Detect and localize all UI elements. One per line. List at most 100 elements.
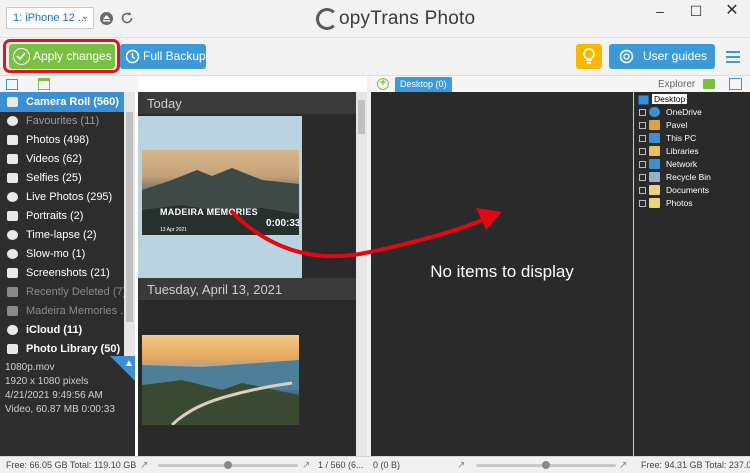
minimize-button[interactable]: – — [642, 0, 678, 22]
tree-checkbox[interactable] — [639, 174, 646, 181]
device-selector[interactable]: 1: iPhone 12 ... ⌄ — [6, 7, 94, 29]
desktop-icon — [638, 95, 649, 105]
zoom-in-icon[interactable]: ↗ — [619, 460, 627, 471]
selfie-icon — [7, 173, 18, 183]
zoom-in-icon[interactable]: ↗ — [302, 460, 310, 471]
sidebar-item-label: iCloud (11) — [26, 324, 83, 336]
grid-scrollbar[interactable] — [356, 92, 367, 456]
full-backup-button[interactable]: Full Backup — [120, 44, 206, 69]
tree-item-network[interactable]: Network — [634, 158, 749, 171]
refresh-icon[interactable] — [120, 11, 134, 25]
desktop-pane-header: + Desktop (0) — [371, 76, 633, 92]
tree-item-label: Pavel — [666, 120, 688, 130]
sidebar-item-label: Recently Deleted (7) — [26, 286, 127, 298]
sidebar-item-portraits[interactable]: Portraits (2) — [0, 206, 124, 226]
tree-item-label: OneDrive — [666, 107, 702, 117]
sidebar-item-label: Live Photos (295) — [26, 191, 113, 203]
tree-item-libraries[interactable]: Libraries — [634, 145, 749, 158]
sidebar-scrollbar[interactable] — [124, 92, 135, 356]
scrollbar-thumb[interactable] — [126, 112, 133, 322]
sidebar-item-label: Selfies (25) — [26, 172, 82, 184]
sidebar-item-icloud[interactable]: iCloud (11) — [0, 320, 124, 340]
checkmark-icon — [13, 48, 30, 65]
maximize-button[interactable]: ☐ — [678, 0, 714, 22]
scrollbar-thumb[interactable] — [358, 100, 365, 134]
sidebar-item-selfies[interactable]: Selfies (25) — [0, 168, 124, 188]
tree-item-photos[interactable]: Photos — [634, 197, 749, 210]
video-date: 13 Apr 2021 — [160, 227, 187, 233]
tree-item-label: Desktop — [652, 94, 688, 104]
sidebar-item-time-lapse[interactable]: Time-lapse (2) — [0, 225, 124, 245]
zoom-slider-knob[interactable] — [542, 461, 550, 469]
collapse-pane-icon[interactable] — [729, 78, 742, 90]
sidebar-item-madeira-memories[interactable]: Madeira Memories ... — [0, 301, 129, 321]
live-photo-icon — [7, 192, 18, 202]
zoom-slider-knob[interactable] — [224, 461, 232, 469]
close-button[interactable]: ✕ — [714, 0, 750, 22]
desktop-pane[interactable]: No items to display — [371, 92, 633, 456]
backup-icon — [125, 49, 140, 67]
tree-checkbox[interactable] — [639, 109, 646, 116]
tree-item-onedrive[interactable]: OneDrive — [634, 106, 749, 119]
zoom-out-icon[interactable]: ↗ — [140, 460, 148, 471]
new-album-icon[interactable] — [38, 78, 50, 90]
sidebar-item-live-photos[interactable]: Live Photos (295) — [0, 187, 124, 207]
sidebar-item-favourites[interactable]: Favourites (11) — [0, 111, 124, 131]
sidebar-item-recently-deleted[interactable]: Recently Deleted (7) — [0, 282, 127, 302]
folder-icon — [7, 306, 18, 316]
app-title: opyTrans Photo — [339, 8, 476, 29]
app-logo: opyTrans Photo — [316, 6, 475, 32]
photo-thumbnail[interactable] — [142, 335, 299, 425]
sidebar-item-label: Favourites (11) — [26, 115, 100, 127]
tree-checkbox[interactable] — [639, 161, 646, 168]
user-guides-button[interactable]: User guides — [609, 44, 715, 69]
hamburger-menu-icon[interactable] — [726, 51, 740, 63]
computer-icon — [649, 133, 660, 143]
tree-checkbox[interactable] — [639, 135, 646, 142]
tree-item-documents[interactable]: Documents — [634, 184, 749, 197]
tree-item-recycle-bin[interactable]: Recycle Bin — [634, 171, 749, 184]
eject-icon[interactable] — [100, 12, 113, 25]
tree-checkbox[interactable] — [639, 122, 646, 129]
screenshot-icon — [7, 268, 18, 278]
sidebar-item-label: Videos (62) — [26, 153, 83, 165]
sidebar-item-screenshots[interactable]: Screenshots (21) — [0, 263, 124, 283]
zoom-out-icon[interactable]: ↗ — [457, 460, 465, 471]
file-resolution: 1920 x 1080 pixels — [5, 376, 89, 387]
group-title: Today — [147, 96, 182, 111]
heart-icon — [7, 116, 18, 126]
network-icon — [649, 159, 660, 169]
tree-checkbox[interactable] — [639, 148, 646, 155]
slowmo-icon — [7, 249, 18, 259]
right-free-space: Free: 94.31 GB Total: 237.02 GB — [641, 460, 750, 470]
add-tab-icon[interactable]: + — [377, 78, 389, 90]
tab-desktop[interactable]: Desktop (0) — [395, 77, 452, 92]
group-header-april-13: Tuesday, April 13, 2021 — [138, 278, 356, 300]
tree-item-pavel[interactable]: Pavel — [634, 119, 749, 132]
desktop-count: 0 (0 B) — [373, 460, 401, 470]
pin-icon[interactable]: ▲ — [124, 358, 134, 369]
apply-changes-label: Apply changes — [33, 49, 112, 63]
folder-icon[interactable] — [703, 79, 715, 89]
file-name: 1080p.mov — [5, 362, 55, 373]
collapse-pane-icon[interactable] — [6, 79, 18, 90]
group-header-today: Today — [138, 92, 356, 114]
apply-changes-button[interactable]: Apply changes — [9, 44, 115, 69]
sidebar-item-videos[interactable]: Videos (62) — [0, 149, 124, 169]
tree-item-label: Recycle Bin — [666, 172, 711, 182]
camera-icon — [7, 344, 18, 354]
file-details: Video, 60.87 MB 0:00:33 — [5, 404, 115, 415]
sidebar-item-camera-roll[interactable]: Camera Roll (560) — [0, 92, 124, 112]
sidebar-item-photos[interactable]: Photos (498) — [0, 130, 124, 150]
tree-checkbox[interactable] — [639, 187, 646, 194]
tree-item-label: Photos — [666, 198, 693, 208]
tips-button[interactable] — [576, 44, 602, 69]
photo-grid: Today MADEIRA MEMORIES 13 Apr 2021 0:00:… — [138, 92, 367, 456]
tree-checkbox[interactable] — [639, 200, 646, 207]
sidebar-item-label: Slow-mo (1) — [26, 248, 86, 260]
tree-item-this-pc[interactable]: This PC — [634, 132, 749, 145]
sidebar-item-slow-mo[interactable]: Slow-mo (1) — [0, 244, 124, 264]
tree-item-label: This PC — [666, 133, 697, 143]
cloud-icon — [7, 325, 18, 335]
left-free-space: Free: 66.05 GB Total: 119.10 GB — [6, 460, 137, 470]
